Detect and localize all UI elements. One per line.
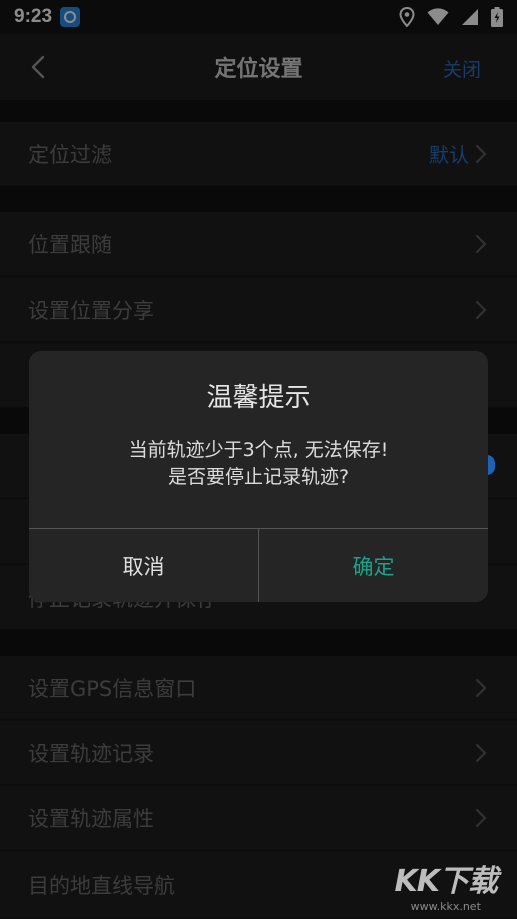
dialog-title: 温馨提示 [206,383,311,413]
cancel-button[interactable]: 取消 [29,529,258,602]
dialog-message-line2: 是否要停止记录轨迹? [167,466,350,488]
watermark: KK下载 www.kkx.net [395,856,498,913]
dialog-message: 当前轨迹少于3个点, 无法保存! 是否要停止记录轨迹? [29,437,488,491]
watermark-url: www.kkx.net [410,900,481,913]
dialog-message-line1: 当前轨迹少于3个点, 无法保存! [128,439,389,461]
alert-dialog: 温馨提示 当前轨迹少于3个点, 无法保存! 是否要停止记录轨迹? 取消 确定 [29,351,488,602]
confirm-button[interactable]: 确定 [259,529,488,602]
watermark-logo: KK下载 [394,864,498,899]
